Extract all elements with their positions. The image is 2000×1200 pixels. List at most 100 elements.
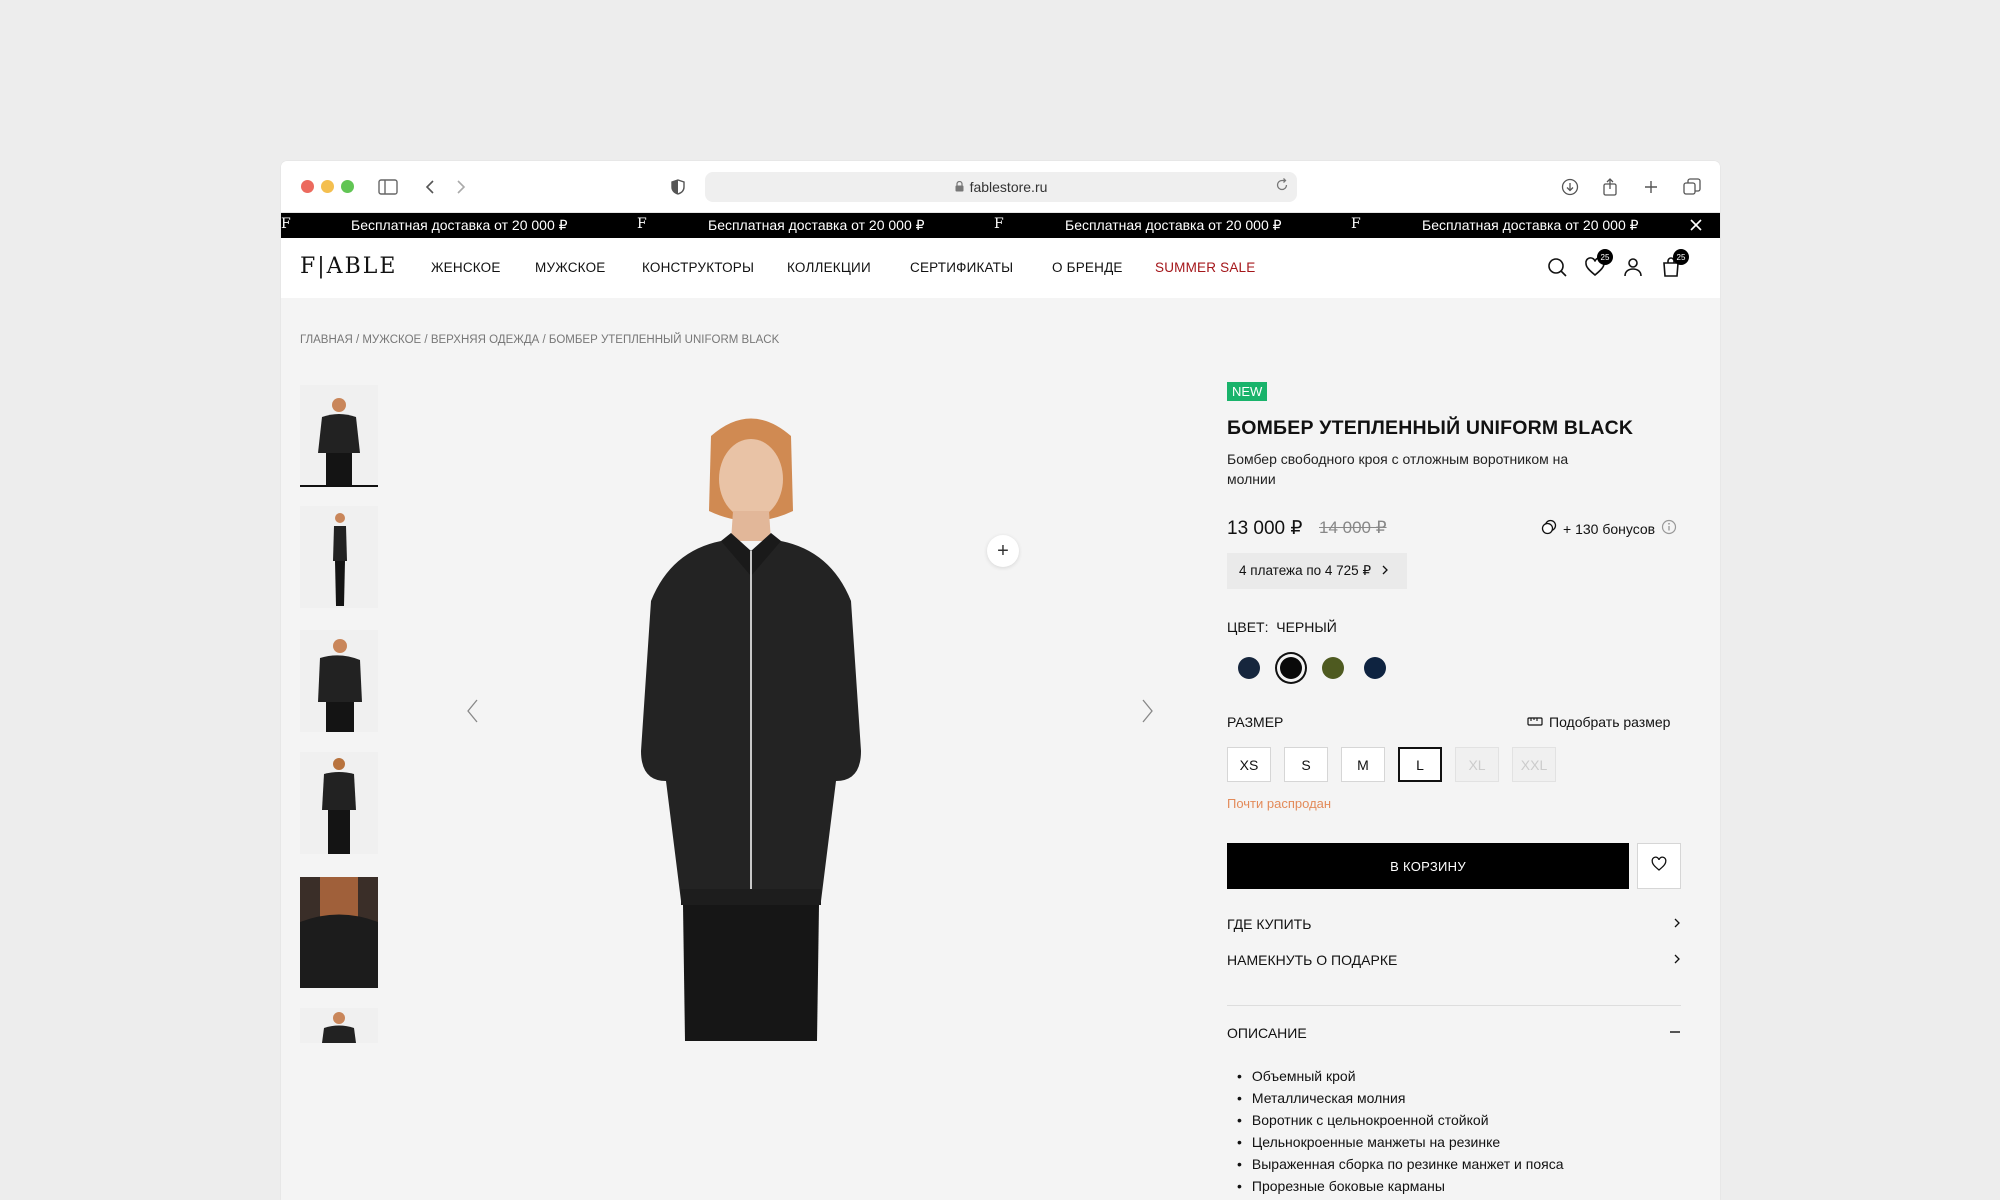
heart-icon <box>1650 855 1668 878</box>
maximize-window-button[interactable] <box>341 180 354 193</box>
list-item: Объемный крой <box>1237 1065 1563 1087</box>
nav-collections[interactable]: КОЛЛЕКЦИИ <box>787 260 871 275</box>
sidebar-toggle-icon[interactable] <box>376 175 400 199</box>
list-item: Воротник с цельнокроенной стойкой <box>1237 1109 1563 1131</box>
nav-certificates[interactable]: СЕРТИФИКАТЫ <box>910 260 1013 275</box>
color-label: ЦВЕТ: ЧЕРНЫЙ <box>1227 619 1337 635</box>
address-bar[interactable]: fablestore.ru <box>705 172 1297 202</box>
thumbnail-detail[interactable] <box>300 877 378 988</box>
nav-women[interactable]: ЖЕНСКОЕ <box>431 260 501 275</box>
thumbnail-three-quarter[interactable] <box>300 630 378 732</box>
promo-text: Бесплатная доставка от 20 000 ₽ <box>1065 217 1282 233</box>
color-swatch-navy[interactable] <box>1238 657 1260 679</box>
add-to-wishlist-button[interactable] <box>1637 843 1681 889</box>
size-option-xs[interactable]: XS <box>1227 747 1271 782</box>
gift-hint-link[interactable]: НАМЕКНУТЬ О ПОДАРКЕ <box>1227 952 1681 968</box>
thumbnail-front[interactable] <box>300 385 378 487</box>
size-option-m[interactable]: M <box>1341 747 1385 782</box>
list-item: Прорезные боковые карманы <box>1237 1175 1563 1197</box>
wishlist-icon[interactable]: 25 <box>1583 249 1613 279</box>
chevron-right-icon <box>1673 952 1681 968</box>
size-guide-link[interactable]: Подобрать размер <box>1527 714 1670 730</box>
tabs-overview-icon[interactable] <box>1680 175 1704 199</box>
coins-icon <box>1541 519 1557 538</box>
size-option-xl: XL <box>1455 747 1499 782</box>
cart-icon[interactable]: 25 <box>1659 249 1689 279</box>
color-swatch-dark-blue[interactable] <box>1364 657 1386 679</box>
thumbnail-extra[interactable] <box>300 1008 378 1043</box>
forward-icon[interactable] <box>449 175 473 199</box>
wishlist-count-badge: 25 <box>1597 249 1613 265</box>
promo-text: Бесплатная доставка от 20 000 ₽ <box>708 217 925 233</box>
breadcrumb: ГЛАВНАЯ / МУЖСКОЕ / ВЕРХНЯЯ ОДЕЖДА / БОМ… <box>300 334 780 346</box>
thumbnail-side[interactable] <box>300 506 378 608</box>
back-icon[interactable] <box>418 175 442 199</box>
privacy-shield-icon[interactable] <box>666 175 690 199</box>
price: 13 000 ₽ <box>1227 518 1303 539</box>
info-icon[interactable] <box>1661 519 1677 538</box>
promo-brand-mark: F <box>281 216 291 232</box>
size-option-xxl: XXL <box>1512 747 1556 782</box>
list-item: Металлическая молния <box>1237 1087 1563 1109</box>
site-header: F|ABLE ЖЕНСКОЕ МУЖСКОЕ КОНСТРУКТОРЫ КОЛЛ… <box>281 238 1720 298</box>
url-text: fablestore.ru <box>969 179 1048 195</box>
bonus-text: + 130 бонусов <box>1563 520 1656 537</box>
description-title: ОПИСАНИЕ <box>1227 1025 1307 1041</box>
list-item: Цельнокроенные манжеты на резинке <box>1237 1131 1563 1153</box>
nav-about-brand[interactable]: О БРЕНДЕ <box>1052 260 1123 275</box>
share-icon[interactable] <box>1598 175 1622 199</box>
download-icon[interactable] <box>1558 175 1582 199</box>
size-guide-text: Подобрать размер <box>1549 714 1671 730</box>
browser-window: fablestore.ru F Бесплатная доставка от 2… <box>281 161 1720 1200</box>
breadcrumb-home[interactable]: ГЛАВНАЯ <box>300 334 353 346</box>
promo-text: Бесплатная доставка от 20 000 ₽ <box>1422 217 1639 233</box>
product-subtitle: Бомбер свободного кроя с отложным воротн… <box>1227 451 1569 487</box>
size-label: РАЗМЕР <box>1227 714 1284 730</box>
breadcrumb-men[interactable]: МУЖСКОЕ <box>362 334 421 346</box>
add-to-cart-button[interactable]: В КОРЗИНУ <box>1227 843 1629 889</box>
chevron-right-icon <box>1673 916 1681 932</box>
minus-icon[interactable] <box>1669 1025 1681 1041</box>
thumbnail-back[interactable] <box>300 752 378 854</box>
cart-count-badge: 25 <box>1673 249 1689 265</box>
promo-brand-mark: F <box>1351 216 1361 232</box>
list-item: Выраженная сборка по резинке манжет и по… <box>1237 1153 1564 1175</box>
search-icon[interactable] <box>1545 255 1569 279</box>
product-title: БОМБЕР УТЕПЛЕННЫЙ UNIFORM BLACK <box>1227 417 1634 439</box>
gift-hint-text: НАМЕКНУТЬ О ПОДАРКЕ <box>1227 952 1398 968</box>
promo-text: Бесплатная доставка от 20 000 ₽ <box>351 217 568 233</box>
close-icon[interactable] <box>1688 217 1704 233</box>
zoom-plus-icon[interactable]: + <box>987 535 1019 567</box>
description-list: Объемный крой Металлическая молния Ворот… <box>1237 1065 1564 1197</box>
product-main-image[interactable] <box>611 401 891 1041</box>
nav-constructors[interactable]: КОНСТРУКТОРЫ <box>642 260 754 275</box>
installments-text: 4 платежа по 4 725 ₽ <box>1239 563 1372 578</box>
color-label-text: ЦВЕТ: <box>1227 619 1269 635</box>
where-to-buy-text: ГДЕ КУПИТЬ <box>1227 916 1312 932</box>
ruler-icon <box>1527 714 1543 730</box>
browser-toolbar: fablestore.ru <box>281 161 1720 213</box>
close-window-button[interactable] <box>301 180 314 193</box>
breadcrumb-outerwear[interactable]: ВЕРХНЯЯ ОДЕЖДА <box>431 334 540 346</box>
divider <box>1227 1005 1681 1006</box>
promo-brand-mark: F <box>637 216 647 232</box>
new-tab-icon[interactable] <box>1639 175 1663 199</box>
gallery-next-arrow[interactable] <box>1137 697 1157 725</box>
reload-icon[interactable] <box>1275 177 1289 196</box>
nav-summer-sale[interactable]: SUMMER SALE <box>1155 260 1255 275</box>
minimize-window-button[interactable] <box>321 180 334 193</box>
account-icon[interactable] <box>1621 255 1645 279</box>
color-swatch-olive[interactable] <box>1322 657 1344 679</box>
chevron-right-icon <box>1381 564 1389 579</box>
nav-men[interactable]: МУЖСКОЕ <box>535 260 606 275</box>
size-option-s[interactable]: S <box>1284 747 1328 782</box>
stock-note: Почти распродан <box>1227 796 1332 811</box>
color-swatch-black[interactable] <box>1280 657 1302 679</box>
installments-button[interactable]: 4 платежа по 4 725 ₽ <box>1227 553 1407 589</box>
size-option-l[interactable]: L <box>1398 747 1442 782</box>
brand-logo[interactable]: F|ABLE <box>300 254 397 279</box>
gallery-prev-arrow[interactable] <box>463 697 483 725</box>
description-accordion-header[interactable]: ОПИСАНИЕ <box>1227 1025 1681 1041</box>
lock-icon <box>955 179 964 195</box>
where-to-buy-link[interactable]: ГДЕ КУПИТЬ <box>1227 916 1681 932</box>
